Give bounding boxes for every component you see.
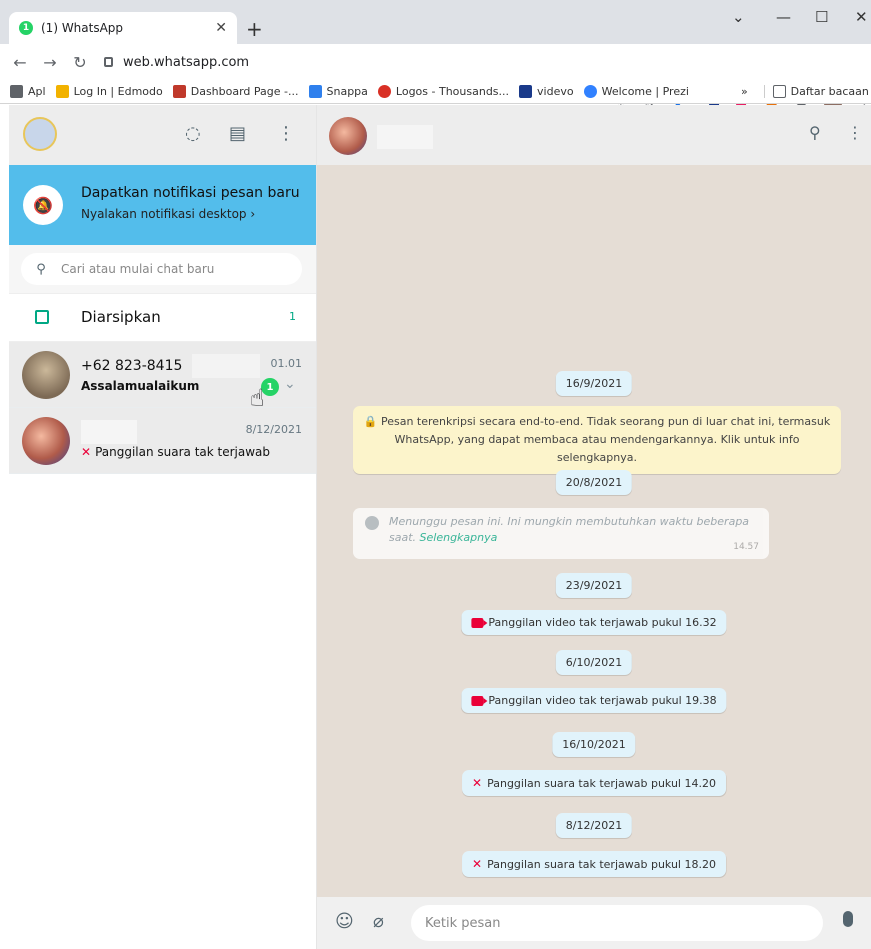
contact-avatar[interactable] [329, 117, 367, 155]
status-icon[interactable]: ◌ [185, 123, 201, 144]
bookmark-snappa[interactable]: Snappa [308, 85, 368, 98]
conversation-header[interactable]: ⚲ ⋮ [317, 105, 871, 165]
date-separator: 16/9/2021 [555, 371, 633, 396]
attach-icon[interactable]: ⌀ [373, 911, 384, 932]
missed-call-icon: ✕ [472, 776, 483, 790]
learn-more-link[interactable]: Selengkapnya [420, 531, 498, 544]
prezi-icon [583, 85, 597, 98]
message-input[interactable] [411, 905, 823, 941]
chat-name: +62 823-8415 [81, 354, 261, 378]
search-icon[interactable]: ⚲ [809, 123, 821, 142]
new-chat-icon[interactable]: ▤ [229, 123, 246, 144]
emoji-icon[interactable]: ☺ [335, 911, 354, 932]
chat-last-message: Assalamualaikum [81, 379, 200, 393]
redacted-block [192, 354, 261, 378]
chat-item[interactable]: +62 823-8415 01.01 Assalamualaikum 1 ⌄ [9, 342, 316, 408]
hand-cursor-icon: ☝ [250, 384, 265, 412]
message-list: 16/9/2021 🔒 Pesan terenkripsi secara end… [317, 165, 871, 897]
missed-video-call-icon [471, 695, 488, 706]
snappa-icon [308, 85, 322, 98]
notification-title: Dapatkan notifikasi pesan baru [81, 185, 300, 201]
my-profile-avatar[interactable] [23, 117, 57, 151]
bookmark-prezi[interactable]: Welcome | Prezi [583, 85, 689, 98]
reading-list-button[interactable]: Daftar bacaan [763, 85, 869, 98]
dashboard-icon [172, 85, 186, 98]
search-box: ⚲ [21, 253, 302, 285]
bookmark-logos[interactable]: Logos - Thousands... [377, 85, 509, 98]
chat-list-pane: ◌ ▤ ⋮ 🔕 Dapatkan notifikasi pesan baru N… [9, 105, 317, 949]
date-separator: 6/10/2021 [555, 650, 633, 675]
more-bookmarks-button[interactable]: » [741, 85, 748, 98]
search-icon[interactable]: ⚲ [21, 262, 61, 277]
edmodo-icon [55, 85, 69, 98]
whatsapp-favicon-icon: 1 [19, 21, 33, 35]
search-input[interactable] [61, 262, 281, 276]
new-tab-icon[interactable]: + [246, 17, 263, 41]
archived-label: Diarsipkan [81, 308, 161, 326]
notification-banner[interactable]: 🔕 Dapatkan notifikasi pesan baru Nyalaka… [9, 165, 316, 245]
bookmark-videvo[interactable]: videvo [519, 85, 574, 98]
waiting-message: Menunggu pesan ini. Ini mungkin membutuh… [353, 508, 769, 559]
contact-avatar [22, 351, 70, 399]
missed-video-call: Panggilan video tak terjawab pukul 16.32 [461, 610, 727, 635]
bookmark-dashboard[interactable]: Dashboard Page -... [172, 85, 299, 98]
bell-off-icon: 🔕 [23, 185, 63, 225]
missed-voice-call: ✕ Panggilan suara tak terjawab pukul 18.… [462, 851, 726, 877]
archive-icon [35, 310, 49, 324]
redacted-block [81, 420, 137, 444]
bookmark-edmodo[interactable]: Log In | Edmodo [55, 85, 163, 98]
videvo-icon [519, 85, 533, 98]
close-window-icon[interactable]: ✕ [855, 8, 868, 26]
date-separator: 16/10/2021 [552, 732, 636, 757]
tab-search-chevron-icon[interactable]: ⌄ [732, 8, 745, 26]
bookmarks-bar: Apl Log In | Edmodo Dashboard Page -... … [0, 80, 871, 104]
sidebar-header: ◌ ▤ ⋮ [9, 105, 316, 165]
message-time: 14.57 [733, 542, 759, 552]
microphone-icon[interactable] [843, 911, 853, 927]
clock-icon [365, 516, 379, 530]
chat-last-message: ✕ Panggilan suara tak terjawab [81, 445, 271, 459]
omnibox[interactable]: web.whatsapp.com [104, 49, 704, 75]
close-tab-icon[interactable]: ✕ [215, 20, 227, 36]
url-text: web.whatsapp.com [123, 54, 250, 70]
reading-list-icon [772, 85, 786, 98]
date-separator: 20/8/2021 [555, 470, 633, 495]
forward-icon[interactable]: → [38, 53, 62, 72]
maximize-icon[interactable]: ☐ [815, 8, 828, 26]
missed-call-icon: ✕ [472, 857, 483, 871]
logos-icon [377, 85, 391, 98]
reload-icon[interactable]: ↻ [68, 53, 92, 72]
missed-video-call-icon [471, 617, 488, 628]
chevron-down-icon[interactable]: ⌄ [284, 376, 296, 392]
chat-time: 8/12/2021 [245, 423, 302, 436]
menu-icon[interactable]: ⋮ [847, 123, 863, 142]
archived-count: 1 [289, 310, 296, 323]
back-icon[interactable]: ← [8, 53, 32, 72]
enable-notifications-link[interactable]: Nyalakan notifikasi desktop › [81, 207, 255, 221]
menu-icon[interactable]: ⋮ [277, 123, 295, 144]
browser-tabstrip: 1 (1) WhatsApp ✕ + ⌄ — ☐ ✕ [0, 0, 871, 44]
apps-grid-icon [10, 85, 23, 98]
missed-call-icon: ✕ [81, 445, 92, 459]
archived-row[interactable]: Diarsipkan 1 [9, 294, 316, 342]
lock-icon [104, 57, 113, 67]
bookmark-apps[interactable]: Apl [10, 85, 46, 98]
date-separator: 23/9/2021 [555, 573, 633, 598]
search-bar: ⚲ [9, 245, 316, 294]
chat-name [81, 420, 137, 444]
minimize-icon[interactable]: — [776, 8, 791, 26]
missed-video-call: Panggilan video tak terjawab pukul 19.38 [461, 688, 727, 713]
address-toolbar: ← → ↻ web.whatsapp.com ⤓ ⇱ ★ ■ ■ ● ✱ ⋮ [0, 44, 871, 112]
encryption-notice[interactable]: 🔒 Pesan terenkripsi secara end-to-end. T… [353, 406, 841, 474]
browser-tab[interactable]: 1 (1) WhatsApp ✕ [9, 12, 237, 44]
chat-time: 01.01 [270, 357, 303, 370]
missed-voice-call: ✕ Panggilan suara tak terjawab pukul 14.… [462, 770, 726, 796]
conversation-pane: ⚲ ⋮ 16/9/2021 🔒 Pesan terenkripsi secara… [317, 105, 871, 949]
redacted-contact-name [377, 125, 433, 149]
chat-item[interactable]: 8/12/2021 ✕ Panggilan suara tak terjawab [9, 408, 316, 474]
contact-avatar [22, 417, 70, 465]
composer-bar: ☺ ⌀ [317, 897, 871, 949]
date-separator: 8/12/2021 [555, 813, 633, 838]
tab-title: (1) WhatsApp [41, 21, 124, 35]
